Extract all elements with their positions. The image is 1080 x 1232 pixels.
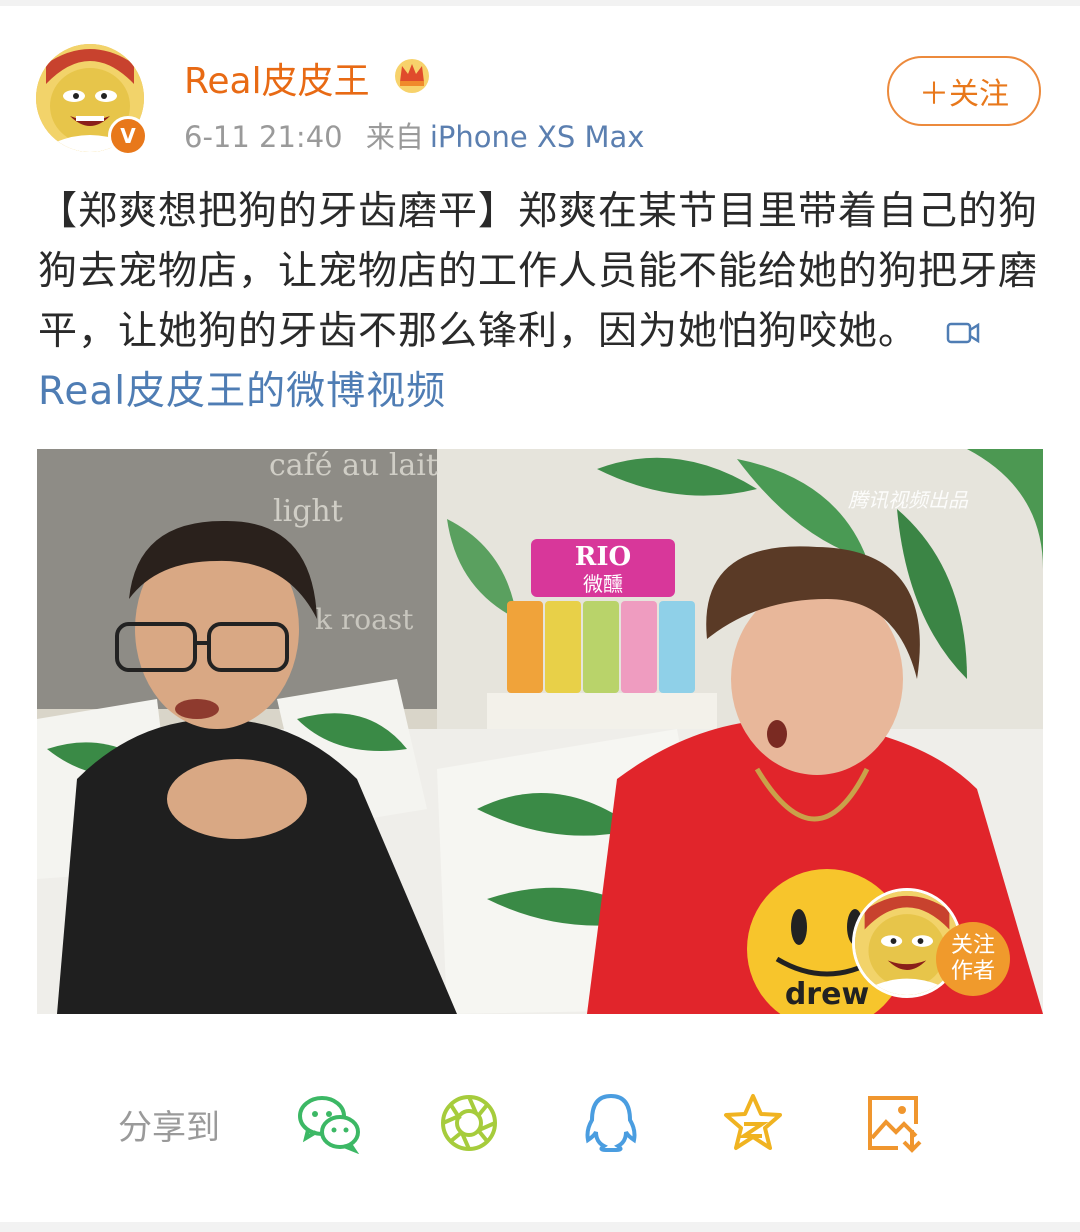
wall-text-3: k roast: [315, 603, 414, 636]
wechat-icon[interactable]: [296, 1092, 362, 1154]
status-bar-strip: [0, 0, 1080, 6]
source-prefix: 来自: [365, 120, 424, 154]
bottom-strip: [0, 1222, 1080, 1232]
qq-icon[interactable]: [578, 1092, 644, 1154]
qzone-icon[interactable]: [720, 1092, 786, 1154]
post-body: 【郑爽想把狗的牙齿磨平】郑爽在某节目里带着自己的狗狗去宠物店，让宠物店的工作人员…: [38, 182, 1038, 422]
verified-badge: V: [108, 116, 148, 156]
follow-author-line1: 关注: [950, 933, 995, 958]
post-device[interactable]: iPhone XS Max: [430, 120, 645, 154]
moments-icon[interactable]: [438, 1092, 504, 1154]
save-image-icon[interactable]: [864, 1092, 930, 1154]
wall-text-2: light: [273, 494, 343, 529]
post-meta: 6-11 21:40 来自 iPhone XS Max: [184, 114, 644, 156]
rio-sign-bottom: 微醺: [583, 572, 623, 596]
share-label: 分享到: [118, 1108, 220, 1148]
crown-icon: [395, 59, 429, 93]
follow-author-badge[interactable]: 关注 作者: [852, 888, 1012, 998]
follow-button[interactable]: ＋关注: [887, 56, 1041, 126]
follow-author-label[interactable]: 关注 作者: [936, 922, 1010, 996]
user-avatar[interactable]: V: [36, 44, 148, 156]
video-link[interactable]: Real皮皮王的微博视频: [38, 369, 446, 414]
rio-sign-top: RIO: [575, 542, 631, 572]
follow-author-line2: 作者: [950, 959, 995, 984]
username[interactable]: Real皮皮王: [184, 52, 370, 104]
post-text: 【郑爽想把狗的牙齿磨平】郑爽在某节目里带着自己的狗狗去宠物店，让宠物店的工作人员…: [38, 189, 1039, 354]
post-time: 6-11 21:40: [184, 120, 343, 154]
video-camera-icon: [946, 322, 980, 344]
wall-text-1: café au lait: [269, 449, 438, 483]
video-watermark: 腾讯视频出品: [848, 488, 968, 512]
